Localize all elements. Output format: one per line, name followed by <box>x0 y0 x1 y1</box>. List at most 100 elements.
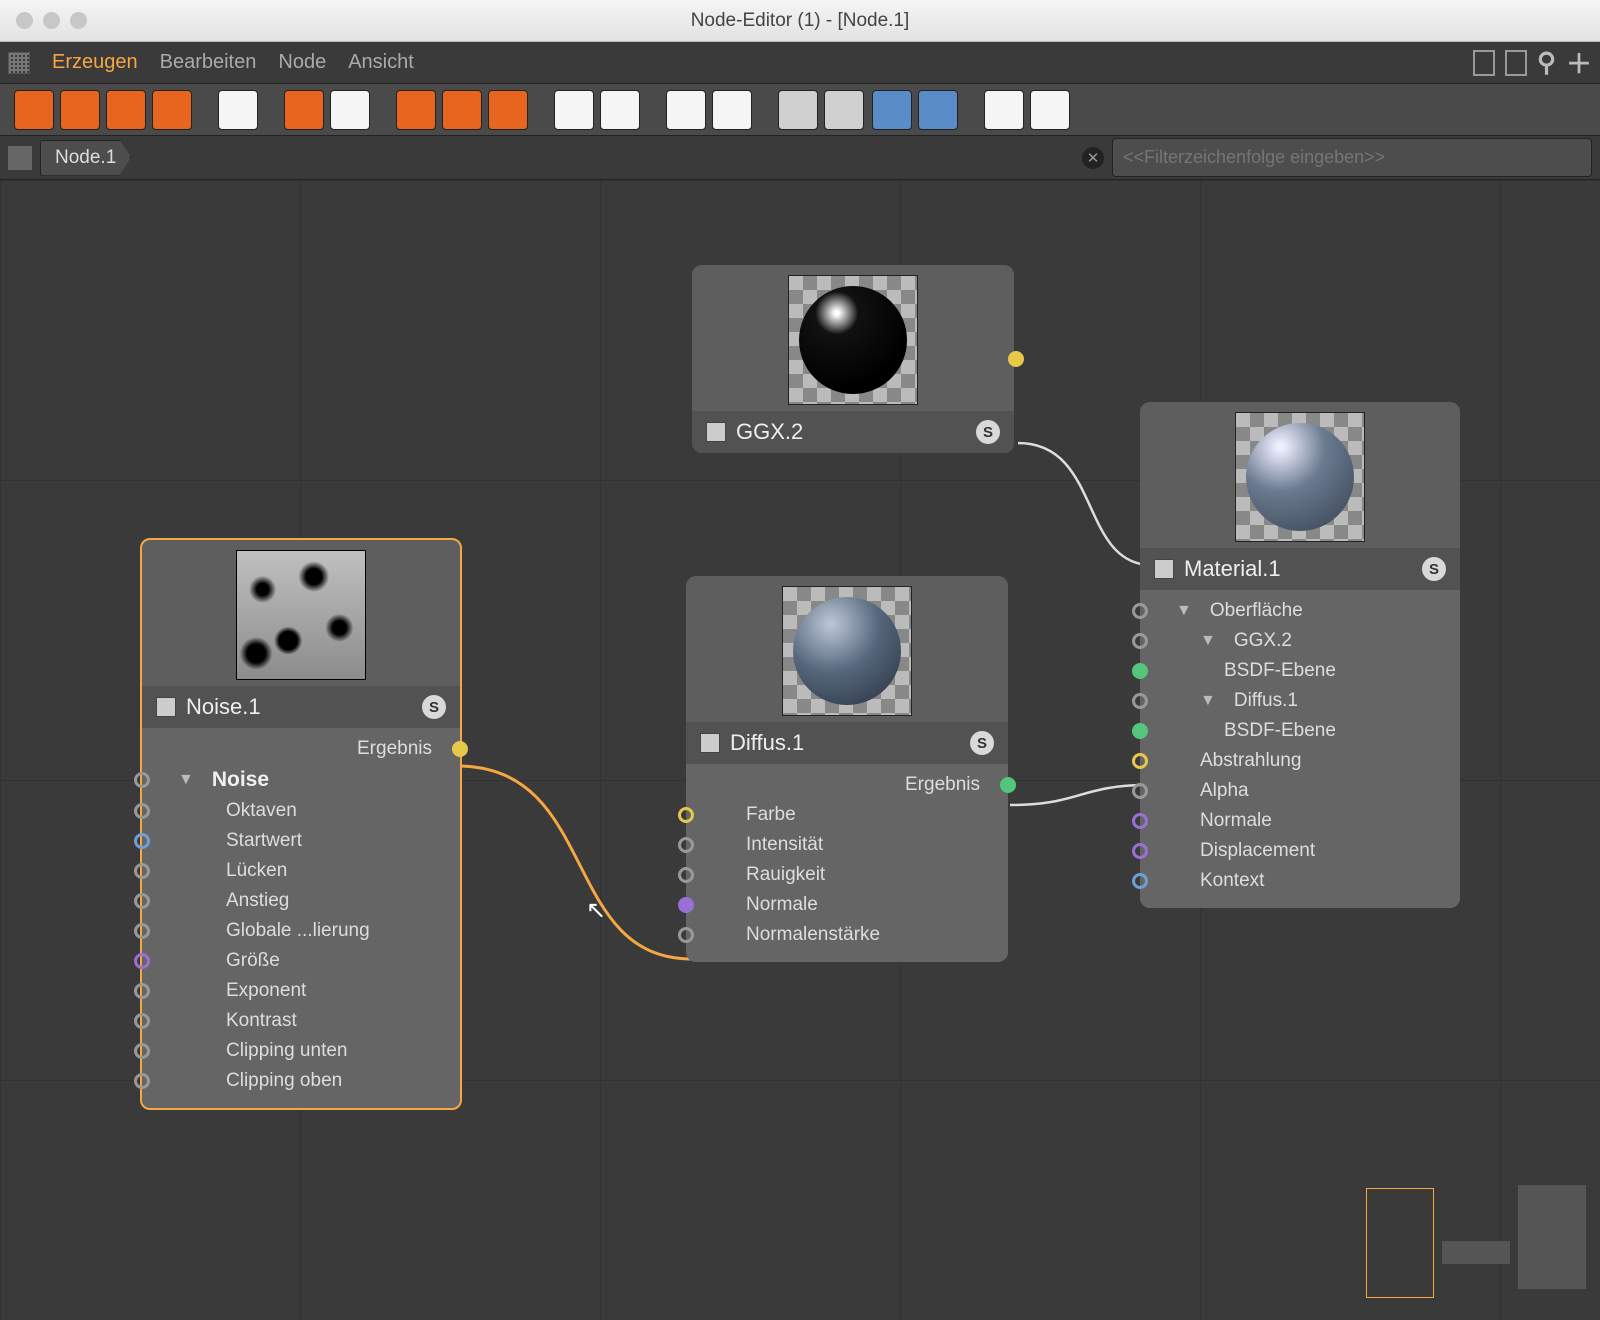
solo-badge[interactable]: S <box>970 731 994 755</box>
tool-button-12[interactable] <box>600 90 640 130</box>
node-noise[interactable]: Noise.1 S Ergebnis ▼ Noise Oktaven Start… <box>140 538 462 1110</box>
input-row: Kontext <box>1140 866 1460 896</box>
tool-button-19[interactable] <box>984 90 1024 130</box>
tool-button-17[interactable] <box>872 90 912 130</box>
tool-button-11[interactable] <box>554 90 594 130</box>
input-port[interactable] <box>134 772 150 788</box>
input-label: Rauigkeit <box>746 864 825 886</box>
input-label: Anstieg <box>226 890 289 912</box>
input-port[interactable] <box>678 867 694 883</box>
panel-right-icon[interactable] <box>1505 50 1527 76</box>
input-port[interactable] <box>678 927 694 943</box>
solo-badge[interactable]: S <box>976 420 1000 444</box>
input-port[interactable] <box>134 923 150 939</box>
group-row: ▼ Noise <box>142 764 460 796</box>
input-port[interactable] <box>134 803 150 819</box>
minimize-window-icon[interactable] <box>43 12 60 29</box>
node-material[interactable]: Material.1 S ▼ Oberfläche ▼ GGX.2 BSDF-E… <box>1140 402 1460 908</box>
node-canvas[interactable]: GGX.2 S Diffus.1 S Ergebnis Farbe <box>0 180 1600 1320</box>
tool-button-10[interactable] <box>488 90 528 130</box>
tool-button-7[interactable] <box>330 90 370 130</box>
menu-bearbeiten[interactable]: Bearbeiten <box>160 51 257 74</box>
tool-button-2[interactable] <box>60 90 100 130</box>
layer-sub-row: BSDF-Ebene <box>1140 656 1460 686</box>
node-type-icon <box>156 697 176 717</box>
chevron-down-icon[interactable]: ▼ <box>178 771 194 789</box>
input-port[interactable] <box>678 897 694 913</box>
output-port[interactable] <box>452 741 468 757</box>
input-port[interactable] <box>1132 693 1148 709</box>
tool-button-14[interactable] <box>712 90 752 130</box>
mouse-cursor-icon: ↖ <box>586 896 606 925</box>
input-port[interactable] <box>1132 723 1148 739</box>
tool-button-8[interactable] <box>396 90 436 130</box>
tool-button-1[interactable] <box>14 90 54 130</box>
input-row: Farbe <box>686 800 1008 830</box>
input-port[interactable] <box>1132 753 1148 769</box>
input-port[interactable] <box>134 1013 150 1029</box>
input-port[interactable] <box>678 807 694 823</box>
tool-button-6[interactable] <box>284 90 324 130</box>
input-row: Normalenstärke <box>686 920 1008 950</box>
input-port[interactable] <box>1132 633 1148 649</box>
input-port[interactable] <box>1132 873 1148 889</box>
add-icon[interactable]: ＋ <box>1566 44 1592 81</box>
input-port[interactable] <box>134 833 150 849</box>
input-label: Normale <box>1200 810 1272 832</box>
input-port[interactable] <box>134 893 150 909</box>
node-title-label: Material.1 <box>1184 556 1412 582</box>
home-icon[interactable] <box>8 146 32 170</box>
tool-button-5[interactable] <box>218 90 258 130</box>
input-port[interactable] <box>134 953 150 969</box>
output-port[interactable] <box>1008 351 1024 367</box>
tool-button-13[interactable] <box>666 90 706 130</box>
tool-button-18[interactable] <box>918 90 958 130</box>
input-port[interactable] <box>134 983 150 999</box>
chevron-down-icon[interactable]: ▼ <box>1176 602 1192 620</box>
menu-erzeugen[interactable]: Erzeugen <box>52 51 138 74</box>
layer-label: Diffus.1 <box>1234 690 1298 712</box>
input-port[interactable] <box>134 863 150 879</box>
input-port[interactable] <box>1132 663 1148 679</box>
output-label: Ergebnis <box>905 774 980 796</box>
group-row: ▼ Oberfläche <box>1140 596 1460 626</box>
tool-button-9[interactable] <box>442 90 482 130</box>
clear-filter-button[interactable]: ✕ <box>1082 147 1104 169</box>
input-port[interactable] <box>678 837 694 853</box>
minimap[interactable] <box>1366 1176 1586 1306</box>
node-ggx[interactable]: GGX.2 S <box>692 265 1014 453</box>
input-port[interactable] <box>134 1073 150 1089</box>
breadcrumb-node[interactable]: Node.1 <box>40 140 131 176</box>
input-port[interactable] <box>134 1043 150 1059</box>
menu-ansicht[interactable]: Ansicht <box>348 51 414 74</box>
solo-badge[interactable]: S <box>422 695 446 719</box>
input-port[interactable] <box>1132 843 1148 859</box>
chevron-down-icon[interactable]: ▼ <box>1200 692 1216 710</box>
input-port[interactable] <box>1132 603 1148 619</box>
node-diffus[interactable]: Diffus.1 S Ergebnis Farbe Intensität Rau <box>686 576 1008 962</box>
tool-button-20[interactable] <box>1030 90 1070 130</box>
panel-left-icon[interactable] <box>1473 50 1495 76</box>
tool-button-4[interactable] <box>152 90 192 130</box>
input-port[interactable] <box>1132 813 1148 829</box>
input-port[interactable] <box>1132 783 1148 799</box>
output-label: Ergebnis <box>357 738 432 760</box>
input-label: Exponent <box>226 980 306 1002</box>
input-row: Anstieg <box>142 886 460 916</box>
grid-icon[interactable] <box>8 52 30 74</box>
group-label: Oberfläche <box>1210 600 1303 622</box>
lock-icon[interactable]: ⚲ <box>1537 47 1556 78</box>
toolbar <box>0 84 1600 136</box>
zoom-window-icon[interactable] <box>70 12 87 29</box>
filter-input[interactable] <box>1112 138 1592 177</box>
tool-button-3[interactable] <box>106 90 146 130</box>
input-label: Clipping oben <box>226 1070 342 1092</box>
close-window-icon[interactable] <box>16 12 33 29</box>
solo-badge[interactable]: S <box>1422 557 1446 581</box>
tool-button-15[interactable] <box>778 90 818 130</box>
chevron-down-icon[interactable]: ▼ <box>1200 632 1216 650</box>
menu-node[interactable]: Node <box>278 51 326 74</box>
output-port[interactable] <box>1000 777 1016 793</box>
tool-button-16[interactable] <box>824 90 864 130</box>
window-controls[interactable] <box>0 12 87 29</box>
